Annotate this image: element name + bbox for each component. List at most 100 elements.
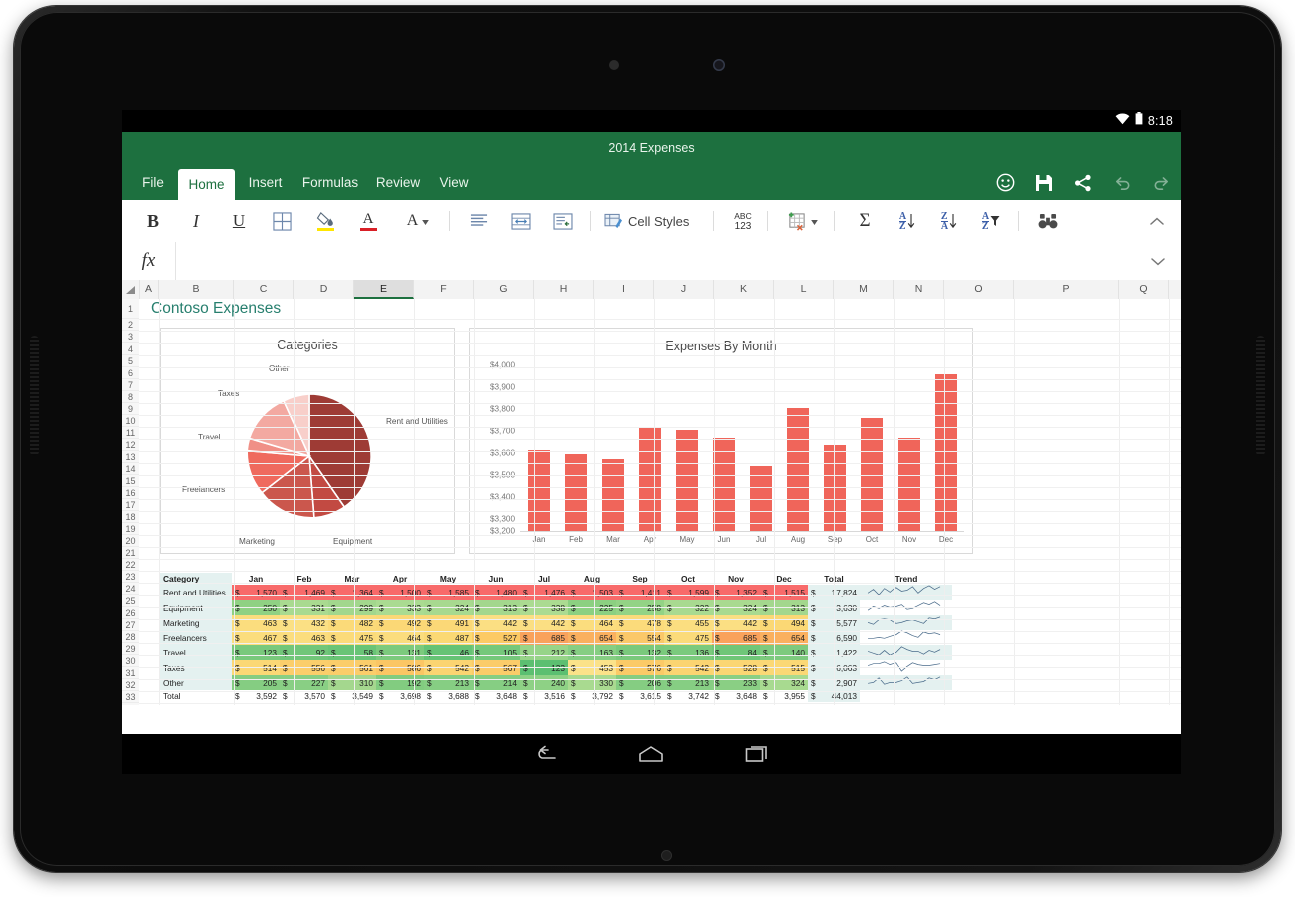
font-color-icon[interactable]: A xyxy=(347,200,389,242)
table-cell-value[interactable]: 1,469 xyxy=(291,585,328,600)
row-header-14[interactable]: 14 xyxy=(122,463,139,475)
table-cell-value[interactable]: 1,570 xyxy=(243,585,280,600)
row-header-5[interactable]: 5 xyxy=(122,355,139,367)
collapse-ribbon-icon[interactable] xyxy=(1139,200,1175,242)
sort-descending-icon[interactable]: ZA xyxy=(928,200,970,242)
ribbon-tab-view[interactable]: View xyxy=(430,165,478,200)
table-cell-total-value[interactable]: 5,577 xyxy=(819,615,860,630)
recent-apps-icon[interactable] xyxy=(730,734,784,774)
bar-sep[interactable] xyxy=(824,445,846,531)
ribbon-tab-file[interactable]: File xyxy=(130,165,176,200)
table-cell-value[interactable]: 206 xyxy=(627,675,664,690)
table-cell-value[interactable]: 1,480 xyxy=(483,585,520,600)
column-header-b[interactable]: B xyxy=(159,280,234,299)
font-size-button[interactable]: A xyxy=(392,200,444,242)
row-header-22[interactable]: 22 xyxy=(122,559,139,571)
table-cell-value[interactable]: 1,476 xyxy=(531,585,568,600)
column-header-h[interactable]: H xyxy=(534,280,594,299)
column-header-l[interactable]: L xyxy=(774,280,834,299)
table-cell-value[interactable]: 92 xyxy=(291,645,328,660)
table-cell-value[interactable]: 1,352 xyxy=(723,585,760,600)
table-cell-value[interactable]: 233 xyxy=(723,675,760,690)
save-icon[interactable] xyxy=(1034,173,1054,193)
table-cell-value[interactable]: 310 xyxy=(339,675,376,690)
filter-icon[interactable]: AZ xyxy=(970,200,1012,242)
table-cell-value[interactable]: 1,599 xyxy=(675,585,712,600)
cells-area[interactable]: Contoso Expenses Categories xyxy=(139,299,1181,705)
row-header-31[interactable]: 31 xyxy=(122,667,139,679)
ribbon-tab-insert[interactable]: Insert xyxy=(238,165,293,200)
row-header-33[interactable]: 33 xyxy=(122,691,139,703)
table-cell-value[interactable]: 491 xyxy=(435,615,472,630)
column-header-n[interactable]: N xyxy=(894,280,944,299)
row-header-21[interactable]: 21 xyxy=(122,547,139,559)
column-header-e[interactable]: E xyxy=(354,280,414,299)
table-cell-value[interactable]: 1,515 xyxy=(771,585,808,600)
table-cell-value[interactable]: 442 xyxy=(483,615,520,630)
bar-may[interactable] xyxy=(676,430,698,531)
column-header-j[interactable]: J xyxy=(654,280,714,299)
bar-dec[interactable] xyxy=(935,374,957,531)
fill-color-icon[interactable] xyxy=(304,200,346,242)
align-icon[interactable] xyxy=(458,200,500,242)
table-cell-value[interactable]: 58 xyxy=(339,645,376,660)
column-header-o[interactable]: O xyxy=(944,280,1014,299)
row-header-28[interactable]: 28 xyxy=(122,631,139,643)
sort-ascending-icon[interactable]: AZ xyxy=(886,200,928,242)
row-header-17[interactable]: 17 xyxy=(122,499,139,511)
table-cell-value[interactable]: 132 xyxy=(627,645,664,660)
row-header-16[interactable]: 16 xyxy=(122,487,139,499)
table-cell-value[interactable]: 494 xyxy=(771,615,808,630)
table-cell-value[interactable]: 455 xyxy=(675,615,712,630)
categories-pie-chart[interactable]: Categories xyxy=(160,328,455,554)
column-header-c[interactable]: C xyxy=(234,280,294,299)
table-cell-value[interactable]: 1,411 xyxy=(627,585,664,600)
table-cell-value[interactable]: 324 xyxy=(771,675,808,690)
row-header-8[interactable]: 8 xyxy=(122,391,139,403)
table-cell-value[interactable]: 46 xyxy=(435,645,472,660)
table-cell-value[interactable]: 105 xyxy=(483,645,520,660)
row-header-9[interactable]: 9 xyxy=(122,403,139,415)
table-cell-value[interactable]: 442 xyxy=(531,615,568,630)
row-header-4[interactable]: 4 xyxy=(122,343,139,355)
column-header-k[interactable]: K xyxy=(714,280,774,299)
row-header-11[interactable]: 11 xyxy=(122,427,139,439)
row-header-15[interactable]: 15 xyxy=(122,475,139,487)
column-header-a[interactable]: A xyxy=(139,280,159,299)
table-cell-value[interactable]: 478 xyxy=(627,615,664,630)
table-cell-value[interactable]: 163 xyxy=(579,645,616,660)
row-header-3[interactable]: 3 xyxy=(122,331,139,343)
select-all-corner[interactable] xyxy=(122,280,140,299)
row-header-34[interactable]: 34 xyxy=(122,703,139,705)
row-header-26[interactable]: 26 xyxy=(122,607,139,619)
italic-button[interactable]: I xyxy=(175,200,217,242)
table-cell-total-value[interactable]: 1,422 xyxy=(819,645,860,660)
autosum-icon[interactable]: Σ xyxy=(844,200,886,242)
wrap-text-icon[interactable] xyxy=(542,200,584,242)
column-header-d[interactable]: D xyxy=(294,280,354,299)
table-cell-value[interactable]: 240 xyxy=(531,675,568,690)
row-header-18[interactable]: 18 xyxy=(122,511,139,523)
table-cell-value[interactable]: 1,500 xyxy=(387,585,424,600)
merge-cells-icon[interactable] xyxy=(500,200,542,242)
table-cell-value[interactable]: 330 xyxy=(579,675,616,690)
table-cell-value[interactable]: 136 xyxy=(675,645,712,660)
table-cell-trend-sparkline[interactable] xyxy=(860,675,952,690)
table-cell-category[interactable]: Marketing xyxy=(160,615,232,630)
undo-icon[interactable] xyxy=(1112,173,1132,193)
row-header-30[interactable]: 30 xyxy=(122,655,139,667)
home-icon[interactable] xyxy=(624,734,678,774)
back-icon[interactable] xyxy=(518,734,572,774)
table-cell-value[interactable]: 123 xyxy=(243,645,280,660)
bar-feb[interactable] xyxy=(565,454,587,531)
row-header-24[interactable]: 24 xyxy=(122,583,139,595)
row-header-10[interactable]: 10 xyxy=(122,415,139,427)
fx-label[interactable]: fx xyxy=(122,242,176,280)
borders-icon[interactable] xyxy=(261,200,303,242)
row-header-12[interactable]: 12 xyxy=(122,439,139,451)
table-cell-total-value[interactable]: 17,824 xyxy=(819,585,860,600)
smiley-feedback-icon[interactable] xyxy=(995,173,1015,193)
table-cell-trend-sparkline[interactable] xyxy=(860,645,952,660)
table-cell-value[interactable]: 140 xyxy=(771,645,808,660)
table-cell-value[interactable]: 205 xyxy=(243,675,280,690)
